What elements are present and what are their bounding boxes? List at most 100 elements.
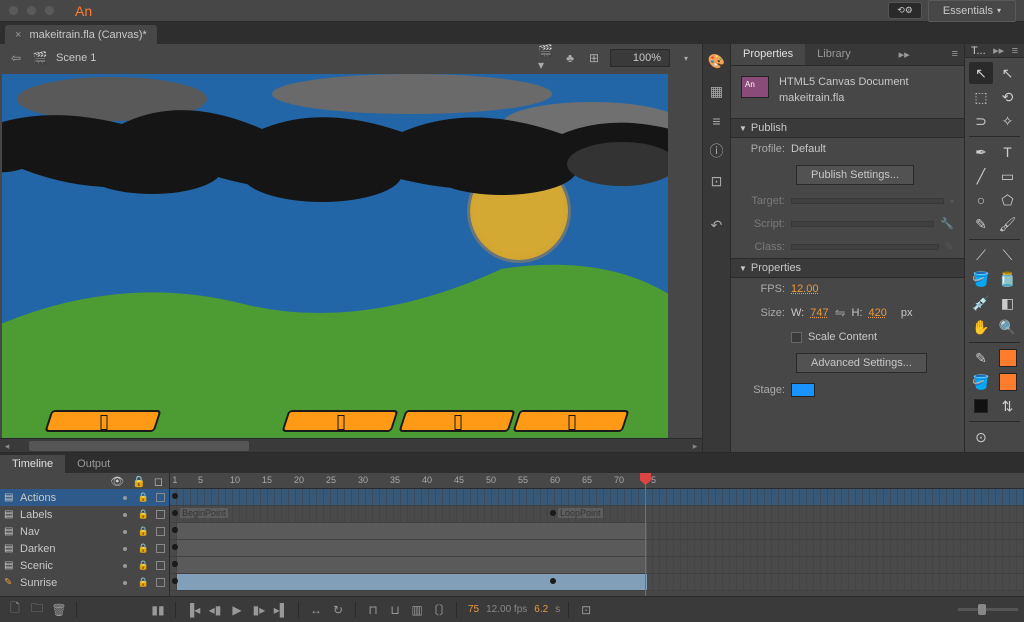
- frame-row[interactable]: [170, 489, 1024, 506]
- frame-row[interactable]: [170, 557, 1024, 574]
- hand-tool-icon[interactable]: ✋: [969, 316, 993, 338]
- keyframe-icon[interactable]: [172, 544, 178, 550]
- frame-row[interactable]: [170, 574, 1024, 591]
- frame-span[interactable]: [177, 523, 647, 539]
- outline-swatch[interactable]: [156, 493, 165, 502]
- play-pause-icon[interactable]: ▮▮: [149, 601, 167, 619]
- tween-span[interactable]: [177, 574, 647, 590]
- transform-panel-icon[interactable]: ⊡: [708, 172, 726, 190]
- last-frame-icon[interactable]: ▸▌: [272, 601, 290, 619]
- outline-swatch[interactable]: [156, 561, 165, 570]
- center-frame-icon[interactable]: ↔: [307, 601, 325, 619]
- pen-tool-icon[interactable]: ✒: [969, 141, 993, 163]
- publish-settings-button[interactable]: Publish Settings...: [796, 165, 914, 185]
- visibility-dot-icon[interactable]: [123, 547, 127, 551]
- zoom-input[interactable]: 100%: [610, 49, 670, 67]
- lock-icon[interactable]: 🔒: [138, 560, 149, 571]
- outline-swatch[interactable]: [156, 578, 165, 587]
- onion-skin-icon[interactable]: ⊓: [364, 601, 382, 619]
- stroke-swatch[interactable]: [996, 347, 1020, 369]
- first-frame-icon[interactable]: ▐◂: [184, 601, 202, 619]
- brush-tool-icon[interactable]: 🖌: [996, 213, 1020, 235]
- new-layer-icon[interactable]: 🗋: [6, 601, 24, 619]
- eyedropper-tool-icon[interactable]: 💉: [969, 292, 993, 314]
- close-window-icon[interactable]: [8, 5, 19, 16]
- maximize-window-icon[interactable]: [44, 5, 55, 16]
- visibility-dot-icon[interactable]: [123, 496, 127, 500]
- horizontal-scrollbar[interactable]: ◂ ▸: [0, 438, 702, 452]
- layer-row[interactable]: ✎Sunrise🔒: [0, 574, 169, 591]
- frame-span[interactable]: [177, 540, 647, 556]
- link-dimensions-icon[interactable]: ⇋: [835, 305, 846, 321]
- tab-properties[interactable]: Properties: [731, 44, 805, 65]
- fps-value[interactable]: 12.00: [791, 283, 819, 295]
- frame-span[interactable]: [177, 557, 647, 573]
- text-tool-icon[interactable]: T: [996, 141, 1020, 163]
- frame-ruler[interactable]: 151015202530354045505560657075: [170, 473, 1024, 489]
- layer-row[interactable]: ▤Darken🔒: [0, 540, 169, 557]
- edit-scene-icon[interactable]: 🎬▾: [538, 50, 554, 66]
- close-tab-icon[interactable]: ×: [15, 29, 21, 41]
- play-icon[interactable]: ▶: [228, 601, 246, 619]
- edit-multiple-icon[interactable]: ▥: [408, 601, 426, 619]
- keyframe-icon[interactable]: [172, 510, 178, 516]
- workspace-switcher[interactable]: Essentials ▾: [928, 0, 1016, 22]
- eraser-tool-icon[interactable]: ◧: [996, 292, 1020, 314]
- info-panel-icon[interactable]: ⓘ: [708, 142, 726, 160]
- loop-icon[interactable]: ↻: [329, 601, 347, 619]
- lock-icon[interactable]: 🔒: [138, 543, 149, 554]
- keyframe-icon[interactable]: [172, 561, 178, 567]
- layer-row[interactable]: ▤Scenic🔒: [0, 557, 169, 574]
- timeline-zoom-slider[interactable]: [958, 608, 1018, 611]
- visibility-dot-icon[interactable]: [123, 564, 127, 568]
- frame-row[interactable]: [170, 523, 1024, 540]
- lock-header-icon[interactable]: 🔒: [132, 475, 146, 488]
- magic-wand-tool-icon[interactable]: ✧: [996, 110, 1020, 132]
- align-panel-icon[interactable]: ≡: [708, 112, 726, 130]
- selection-tool-icon[interactable]: ↖: [969, 62, 993, 84]
- frames-column[interactable]: 151015202530354045505560657075 BeginPoin…: [170, 473, 1024, 596]
- outline-swatch[interactable]: [156, 527, 165, 536]
- frame-row[interactable]: BeginPointLoopPoint: [170, 506, 1024, 523]
- layer-row[interactable]: ▤Labels🔒: [0, 506, 169, 523]
- black-white-icon[interactable]: [969, 395, 993, 417]
- outline-swatch[interactable]: [156, 510, 165, 519]
- stage-color-swatch[interactable]: [791, 383, 815, 397]
- collapse-panel-icon[interactable]: ▸▸: [893, 44, 916, 65]
- keyframe-icon[interactable]: [172, 527, 178, 533]
- snap-to-objects-icon[interactable]: ⊙: [969, 426, 993, 448]
- fill-color-icon[interactable]: 🪣: [969, 371, 993, 393]
- layer-row[interactable]: ▤Actions🔒: [0, 489, 169, 506]
- scroll-to-playhead-icon[interactable]: ⊡: [577, 601, 595, 619]
- polystar-tool-icon[interactable]: ⬠: [996, 189, 1020, 211]
- zoom-tool-icon[interactable]: 🔍: [996, 316, 1020, 338]
- lock-icon[interactable]: 🔒: [138, 577, 149, 588]
- bind-tool-icon[interactable]: ⟍: [996, 244, 1020, 266]
- lock-icon[interactable]: 🔒: [138, 509, 149, 520]
- next-frame-icon[interactable]: ▮▸: [250, 601, 268, 619]
- color-panel-icon[interactable]: 🎨: [708, 52, 726, 70]
- lock-icon[interactable]: 🔒: [138, 492, 149, 503]
- tab-library[interactable]: Library: [805, 44, 863, 65]
- visibility-dot-icon[interactable]: [123, 513, 127, 517]
- ink-bottle-tool-icon[interactable]: 🫙: [996, 268, 1020, 290]
- keyframe-icon[interactable]: [172, 578, 178, 584]
- visibility-dot-icon[interactable]: [123, 530, 127, 534]
- scale-content-checkbox[interactable]: [791, 332, 802, 343]
- stage-viewport[interactable]: [0, 72, 702, 438]
- line-tool-icon[interactable]: ╱: [969, 165, 993, 187]
- layer-row[interactable]: ▤Nav🔒: [0, 523, 169, 540]
- back-icon[interactable]: ⇦: [8, 50, 24, 66]
- frame-row[interactable]: [170, 540, 1024, 557]
- section-properties[interactable]: ▼Properties: [731, 258, 964, 278]
- subselection-tool-icon[interactable]: ↖: [996, 62, 1020, 84]
- section-publish[interactable]: ▼Publish: [731, 118, 964, 138]
- height-value[interactable]: 420: [869, 307, 887, 319]
- 3d-rotation-tool-icon[interactable]: ⟲: [996, 86, 1020, 108]
- free-transform-tool-icon[interactable]: ⬚: [969, 86, 993, 108]
- fit-stage-icon[interactable]: ⊞: [586, 50, 602, 66]
- lock-icon[interactable]: 🔒: [138, 526, 149, 537]
- visibility-header-icon[interactable]: 👁: [110, 475, 124, 488]
- onion-outline-icon[interactable]: ⊔: [386, 601, 404, 619]
- playhead[interactable]: [645, 473, 646, 596]
